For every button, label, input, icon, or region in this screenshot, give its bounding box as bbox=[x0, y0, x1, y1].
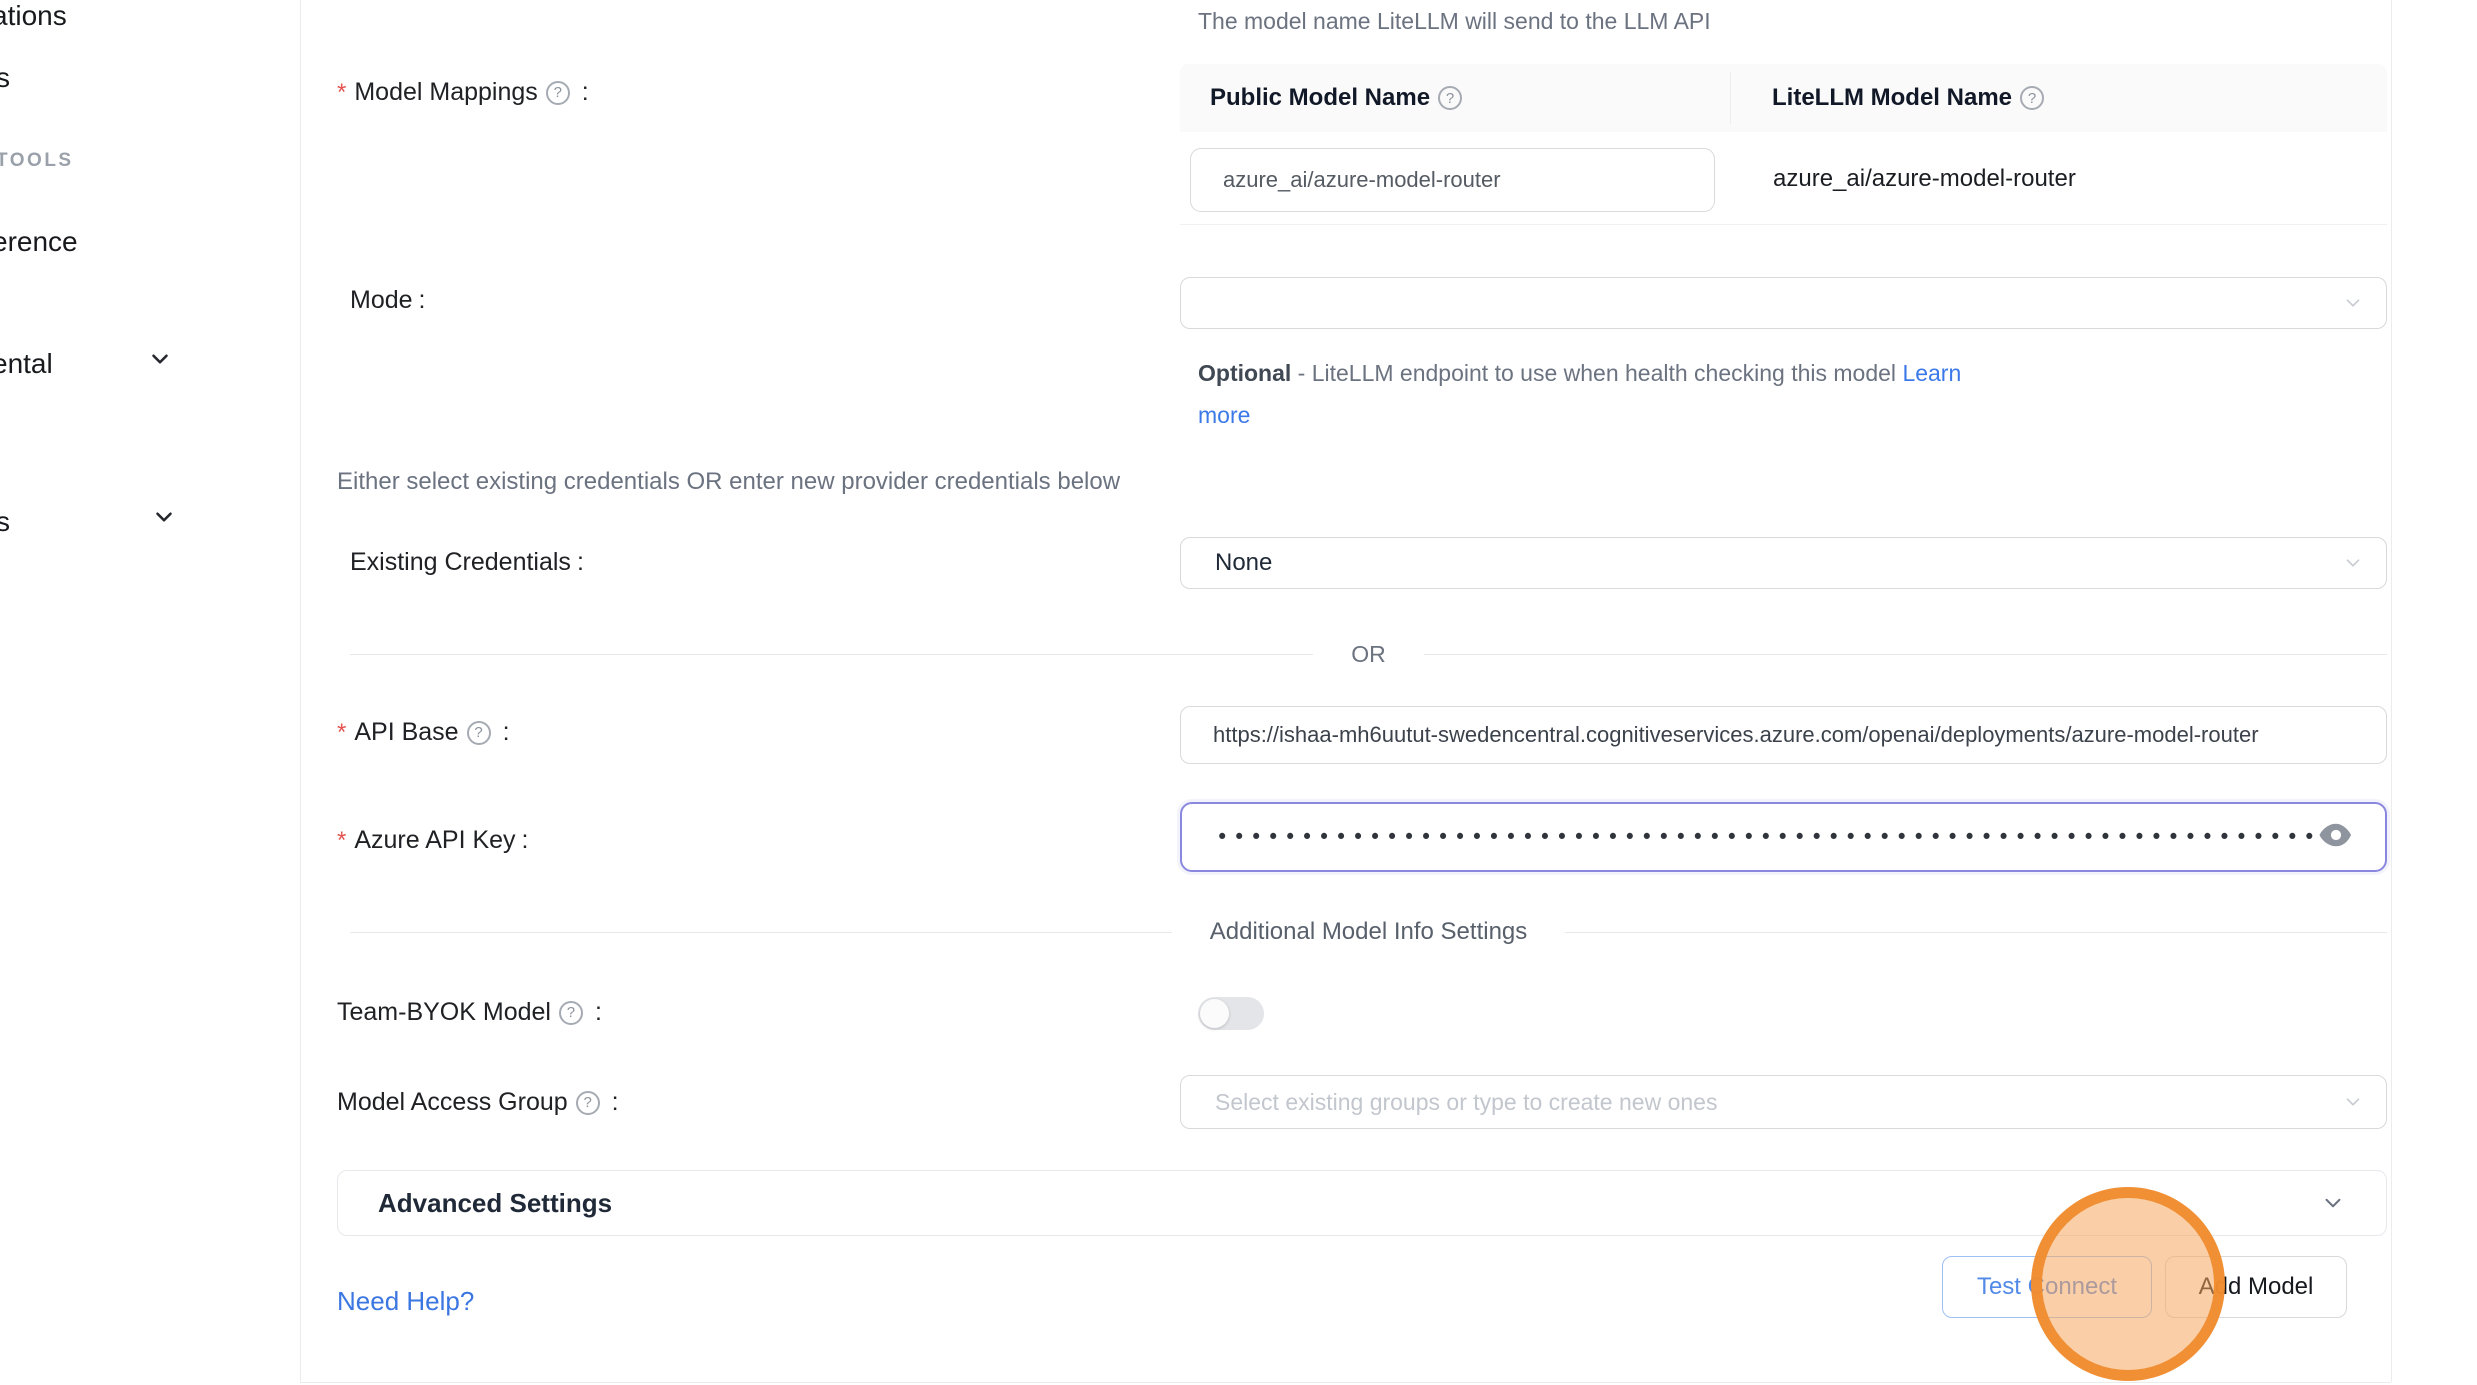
mode-select[interactable] bbox=[1180, 277, 2387, 329]
sidebar-section-tools: TOOLS bbox=[0, 150, 74, 172]
sidebar-item-label: ental bbox=[0, 348, 53, 379]
model-access-group-placeholder: Select existing groups or type to create… bbox=[1215, 1089, 1717, 1116]
add-model-button[interactable]: Add Model bbox=[2165, 1256, 2347, 1318]
divider-line bbox=[1565, 932, 2387, 933]
eye-icon[interactable] bbox=[2318, 820, 2354, 850]
team-byok-toggle[interactable] bbox=[1198, 997, 1264, 1030]
model-access-group-label-row: Model Access Group ? : bbox=[337, 1088, 619, 1117]
sidebar-item-experimental[interactable]: ental bbox=[0, 348, 53, 380]
label-colon: : bbox=[595, 998, 602, 1027]
label-colon: : bbox=[503, 718, 510, 747]
public-model-name-header: Public Model Name ? bbox=[1210, 64, 1468, 132]
chevron-down-icon bbox=[2342, 1091, 2364, 1113]
mode-helper-bold: Optional bbox=[1198, 360, 1291, 386]
advanced-settings-panel[interactable]: Advanced Settings bbox=[337, 1170, 2387, 1236]
need-help-link[interactable]: Need Help? bbox=[337, 1286, 474, 1317]
sidebar-item-label: s bbox=[0, 62, 10, 93]
content-right-border bbox=[2391, 0, 2392, 1382]
required-asterisk: * bbox=[337, 827, 346, 855]
azure-api-key-input[interactable] bbox=[1180, 802, 2387, 872]
chevron-down-icon bbox=[2320, 1190, 2346, 1216]
public-model-name-header-label: Public Model Name bbox=[1210, 84, 1430, 112]
chevron-down-icon bbox=[147, 346, 173, 372]
additional-settings-divider: Additional Model Info Settings bbox=[350, 918, 2387, 946]
help-glyph: ? bbox=[1446, 90, 1454, 107]
label-colon: : bbox=[612, 1088, 619, 1117]
chevron-down-icon bbox=[2342, 552, 2364, 574]
api-base-label: API Base bbox=[354, 718, 458, 747]
divider-line bbox=[350, 932, 1172, 933]
divider-line bbox=[1424, 654, 2387, 655]
table-column-divider bbox=[1730, 72, 1731, 124]
or-divider: OR bbox=[350, 641, 2387, 668]
existing-credentials-value: None bbox=[1215, 549, 1272, 577]
help-icon[interactable]: ? bbox=[1438, 86, 1462, 110]
help-icon[interactable]: ? bbox=[559, 1001, 583, 1025]
mode-label-row: Mode : bbox=[350, 286, 426, 315]
test-connect-button[interactable]: Test Connect bbox=[1942, 1256, 2152, 1318]
team-byok-label-row: Team-BYOK Model ? : bbox=[337, 998, 602, 1027]
sidebar-item-settings[interactable]: s bbox=[0, 506, 10, 538]
label-colon: : bbox=[582, 78, 589, 107]
litellm-model-name-value: azure_ai/azure-model-router bbox=[1773, 165, 2076, 193]
chevron-down-icon bbox=[2342, 292, 2364, 314]
table-row-divider bbox=[1180, 224, 2387, 225]
or-divider-label: OR bbox=[1313, 641, 1424, 668]
model-mappings-label: Model Mappings bbox=[354, 78, 537, 107]
sidebar-section-label: TOOLS bbox=[0, 150, 74, 171]
toggle-knob bbox=[1200, 999, 1229, 1028]
label-colon: : bbox=[522, 826, 529, 855]
label-colon: : bbox=[419, 286, 426, 315]
required-asterisk: * bbox=[337, 719, 346, 747]
mode-helper-text: Optional - LiteLLM endpoint to use when … bbox=[1198, 352, 2018, 436]
label-colon: : bbox=[577, 548, 584, 577]
sidebar-item-reference[interactable]: erence bbox=[0, 226, 78, 258]
add-model-label: Add Model bbox=[2199, 1273, 2314, 1301]
model-access-group-select[interactable]: Select existing groups or type to create… bbox=[1180, 1075, 2387, 1129]
api-base-label-row: * API Base ? : bbox=[337, 718, 510, 747]
mode-helper-rest: - LiteLLM endpoint to use when health ch… bbox=[1291, 360, 1902, 386]
model-mappings-label-row: * Model Mappings ? : bbox=[337, 78, 589, 107]
test-connect-label: Test Connect bbox=[1977, 1273, 2117, 1301]
advanced-settings-title: Advanced Settings bbox=[378, 1188, 2320, 1219]
sidebar-item-label: erence bbox=[0, 226, 78, 257]
help-icon[interactable]: ? bbox=[2020, 86, 2044, 110]
azure-api-key-label-row: * Azure API Key : bbox=[337, 826, 529, 855]
help-glyph: ? bbox=[474, 724, 482, 741]
credentials-note: Either select existing credentials OR en… bbox=[337, 468, 1120, 496]
sidebar-divider bbox=[300, 0, 301, 1382]
sidebar-item-label: ations bbox=[0, 0, 67, 31]
existing-credentials-select[interactable]: None bbox=[1180, 537, 2387, 589]
litellm-model-name-header-label: LiteLLM Model Name bbox=[1772, 84, 2012, 112]
model-access-group-label: Model Access Group bbox=[337, 1088, 568, 1117]
existing-credentials-label-row: Existing Credentials : bbox=[350, 548, 584, 577]
help-icon[interactable]: ? bbox=[546, 81, 570, 105]
public-model-name-input[interactable] bbox=[1190, 148, 1715, 212]
content-bottom-border bbox=[300, 1382, 2391, 1383]
litellm-model-name-header: LiteLLM Model Name ? bbox=[1772, 64, 2050, 132]
sidebar-item-label: s bbox=[0, 506, 10, 537]
mode-label: Mode bbox=[350, 286, 413, 315]
model-name-helper-text: The model name LiteLLM will send to the … bbox=[1198, 8, 1711, 35]
model-mappings-table-header: Public Model Name ? LiteLLM Model Name ? bbox=[1180, 64, 2387, 132]
help-glyph: ? bbox=[567, 1004, 575, 1021]
help-glyph: ? bbox=[584, 1094, 592, 1111]
sidebar-item-1[interactable]: s bbox=[0, 62, 10, 94]
help-glyph: ? bbox=[2028, 90, 2036, 107]
existing-credentials-label: Existing Credentials bbox=[350, 548, 571, 577]
chevron-down-icon bbox=[151, 504, 177, 530]
additional-settings-divider-label: Additional Model Info Settings bbox=[1172, 918, 1566, 946]
api-base-input[interactable] bbox=[1180, 706, 2387, 764]
help-icon[interactable]: ? bbox=[467, 721, 491, 745]
azure-api-key-label: Azure API Key bbox=[354, 826, 515, 855]
required-asterisk: * bbox=[337, 79, 346, 107]
help-glyph: ? bbox=[554, 84, 562, 101]
team-byok-label: Team-BYOK Model bbox=[337, 998, 551, 1027]
sidebar-item-integrations[interactable]: ations bbox=[0, 0, 67, 32]
divider-line bbox=[350, 654, 1313, 655]
help-icon[interactable]: ? bbox=[576, 1091, 600, 1115]
